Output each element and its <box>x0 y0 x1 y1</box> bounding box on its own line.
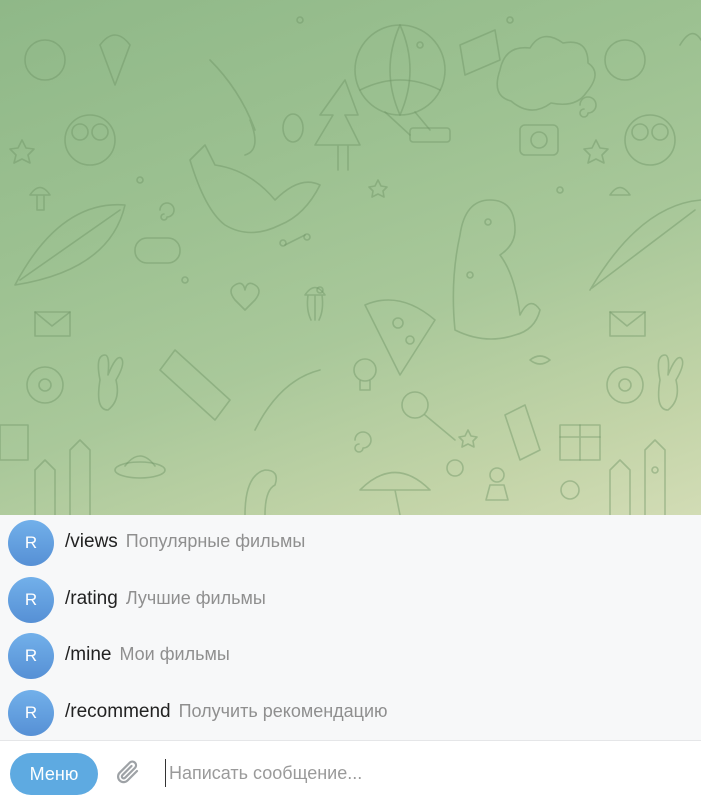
command-description: Лучшие фильмы <box>125 587 266 608</box>
chat-background <box>0 0 701 515</box>
command-name: /views <box>65 531 118 553</box>
pizza-doodle <box>364 299 436 376</box>
leaf-doodle-right <box>589 199 701 291</box>
leaf-doodle <box>14 203 126 286</box>
bulb-doodle <box>353 358 377 382</box>
command-name: /mine <box>65 644 112 666</box>
command-description: Популярные фильмы <box>125 531 306 552</box>
icecream-doodle <box>99 34 131 86</box>
heart-doodle <box>230 282 260 311</box>
bot-avatar: R <box>8 633 54 680</box>
command-description: Получить рекомендацию <box>178 700 388 721</box>
dinosaur-doodle <box>452 199 541 340</box>
camera-doodle <box>519 124 559 156</box>
tree-doodle <box>314 79 361 171</box>
bunny-doodle <box>97 354 124 411</box>
command-text: /views Популярные фильмы <box>65 531 305 553</box>
command-description: Мои фильмы <box>119 644 230 665</box>
message-input[interactable] <box>165 759 685 787</box>
bot-avatar: R <box>8 689 54 736</box>
bot-avatar: R <box>8 520 54 567</box>
lollipop-doodle <box>401 391 429 419</box>
mushroom-doodle <box>29 186 51 211</box>
bear-doodle <box>24 39 66 81</box>
paperclip-icon[interactable] <box>113 757 145 789</box>
castle-doodle <box>34 439 91 515</box>
egg-doodle <box>282 113 304 143</box>
star-doodle <box>9 139 35 164</box>
bot-avatar: R <box>8 576 54 623</box>
command-item-mine[interactable]: R /mine Мои фильмы <box>0 628 701 685</box>
rod-doodle <box>254 369 321 431</box>
command-text: /mine Мои фильмы <box>65 644 230 666</box>
command-name: /recommend <box>65 700 171 722</box>
umbrella-doodle <box>209 59 256 156</box>
boat-doodle <box>159 349 231 421</box>
cake-doodle <box>459 29 501 76</box>
donut-doodle <box>26 366 64 404</box>
command-item-recommend[interactable]: R /recommend Получить рекомендацию <box>0 685 701 742</box>
fox-doodle <box>189 144 321 234</box>
umbrella-doodle-bottom <box>359 471 431 515</box>
balloon-doodle <box>354 24 451 143</box>
message-composer: Меню <box>0 740 701 800</box>
spiral-doodle <box>354 431 372 453</box>
doodle-pattern <box>0 16 701 515</box>
ufo-doodle <box>114 461 166 479</box>
castle-doodle-right <box>609 439 666 515</box>
bot-command-list: R /views Популярные фильмы R /rating Лучши… <box>0 515 701 740</box>
command-name: /rating <box>65 587 118 609</box>
donut-doodle-right <box>606 366 644 404</box>
dino-small-doodle <box>244 469 278 515</box>
gamepad-doodle <box>134 237 181 264</box>
candy-doodle <box>529 355 551 365</box>
gift-doodle-left <box>0 424 29 461</box>
gingerbread-doodle <box>489 467 505 483</box>
telegram-chat-window: R /views Популярные фильмы R /rating Лучши… <box>0 0 701 800</box>
command-text: /recommend Получить рекомендацию <box>65 701 388 723</box>
command-item-views[interactable]: R /views Популярные фильмы <box>0 515 701 572</box>
command-text: /rating Лучшие фильмы <box>65 588 266 610</box>
menu-button[interactable]: Меню <box>10 753 98 795</box>
bone-doodle <box>284 234 306 246</box>
command-item-rating[interactable]: R /rating Лучшие фильмы <box>0 572 701 629</box>
cloud-doodle <box>496 35 596 111</box>
